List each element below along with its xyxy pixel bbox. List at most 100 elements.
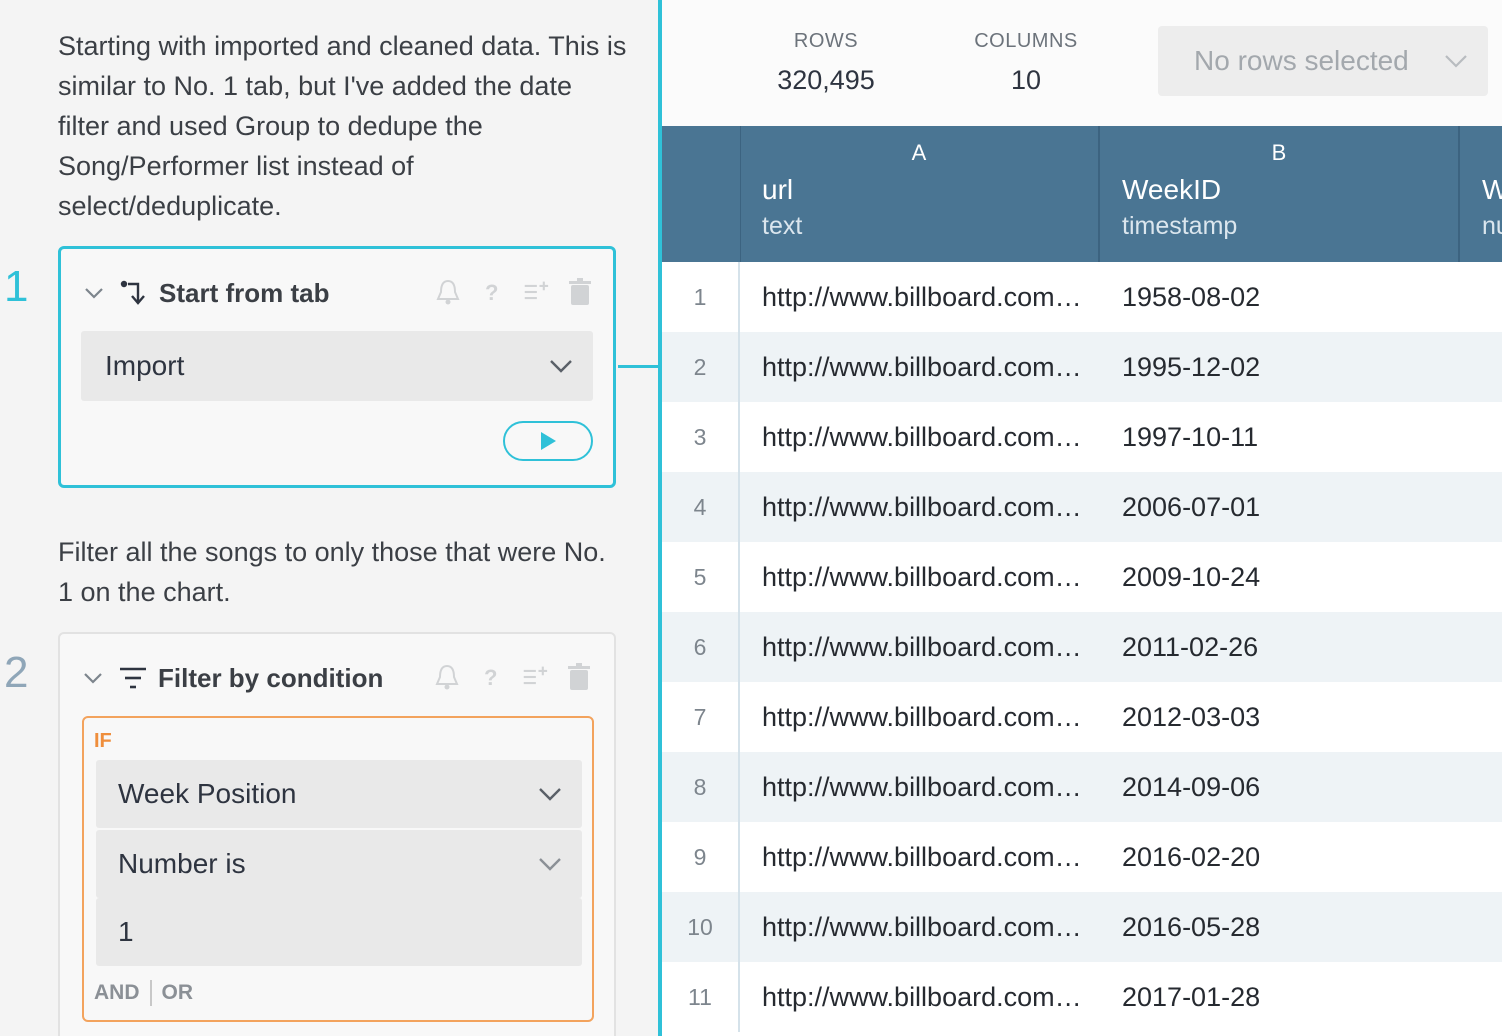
columns-stat: COLUMNS 10 <box>926 30 1126 96</box>
column-name: W <box>1482 174 1502 205</box>
and-or-toggle: AND OR <box>94 980 193 1006</box>
add-note-icon[interactable] <box>523 277 549 307</box>
column-header-url[interactable]: A url text <box>740 126 1100 262</box>
url-cell[interactable]: http://www.billboard.com… <box>762 542 1082 612</box>
weekid-cell[interactable]: 2009-10-24 <box>1122 542 1260 612</box>
step-note[interactable]: Filter all the songs to only those that … <box>58 532 628 612</box>
table-row[interactable]: 9 http://www.billboard.com… 2016-02-20 <box>662 822 1502 892</box>
add-note-icon[interactable] <box>522 662 548 692</box>
chevron-down-icon <box>1445 55 1467 68</box>
step-start-from-tab[interactable]: Start from tab ? Import <box>58 246 616 488</box>
tab-select-value: Import <box>105 350 185 381</box>
row-number: 7 <box>662 682 740 752</box>
and-button[interactable]: AND <box>94 981 140 1005</box>
column-type: nu <box>1482 212 1502 240</box>
table-row[interactable]: 1 http://www.billboard.com… 1958-08-02 <box>662 262 1502 332</box>
url-cell[interactable]: http://www.billboard.com… <box>762 612 1082 682</box>
url-cell[interactable]: http://www.billboard.com… <box>762 262 1082 332</box>
table-row[interactable]: 7 http://www.billboard.com… 2012-03-03 <box>662 682 1502 752</box>
column-header-weekid[interactable]: B WeekID timestamp <box>1100 126 1460 262</box>
row-selection-dropdown[interactable]: No rows selected <box>1158 26 1488 96</box>
svg-text:?: ? <box>484 665 497 690</box>
weekid-cell[interactable]: 1997-10-11 <box>1122 402 1258 472</box>
chevron-down-icon[interactable] <box>82 667 104 689</box>
row-number: 9 <box>662 822 740 892</box>
url-cell[interactable]: http://www.billboard.com… <box>762 752 1082 822</box>
or-button[interactable]: OR <box>162 981 194 1005</box>
column-type: timestamp <box>1122 212 1238 240</box>
table-row[interactable]: 8 http://www.billboard.com… 2014-09-06 <box>662 752 1502 822</box>
play-icon <box>541 432 556 450</box>
table-header: A url text B WeekID timestamp W nu <box>662 126 1502 262</box>
column-name: url <box>762 174 794 205</box>
weekid-cell[interactable]: 1958-08-02 <box>1122 262 1260 332</box>
url-cell[interactable]: http://www.billboard.com… <box>762 892 1082 962</box>
table-row[interactable]: 11 http://www.billboard.com… 2017-01-28 <box>662 962 1502 1032</box>
url-cell[interactable]: http://www.billboard.com… <box>762 332 1082 402</box>
weekid-cell[interactable]: 2006-07-01 <box>1122 472 1260 542</box>
table-row[interactable]: 10 http://www.billboard.com… 2016-05-28 <box>662 892 1502 962</box>
tab-select[interactable]: Import <box>81 331 593 401</box>
row-number: 11 <box>662 962 740 1032</box>
row-selection-label: No rows selected <box>1194 45 1409 76</box>
url-cell[interactable]: http://www.billboard.com… <box>762 682 1082 752</box>
table-row[interactable]: 6 http://www.billboard.com… 2011-02-26 <box>662 612 1502 682</box>
bell-icon[interactable] <box>435 277 461 307</box>
step-number: 1 <box>4 262 29 311</box>
bell-icon[interactable] <box>434 662 460 692</box>
row-number: 4 <box>662 472 740 542</box>
filter-icon <box>120 667 146 689</box>
url-cell[interactable]: http://www.billboard.com… <box>762 822 1082 892</box>
chevron-down-icon <box>539 788 561 801</box>
column-header-partial[interactable]: W nu <box>1460 126 1502 262</box>
table-row[interactable]: 3 http://www.billboard.com… 1997-10-11 <box>662 402 1502 472</box>
table-row[interactable]: 2 http://www.billboard.com… 1995-12-02 <box>662 332 1502 402</box>
condition-group: IF Week Position Number is 1 AND OR <box>82 716 594 1022</box>
step-title: Start from tab <box>159 277 330 308</box>
columns-count: 10 <box>1010 65 1042 95</box>
workflow-pane: Starting with imported and cleaned data.… <box>0 0 658 1036</box>
column-select[interactable]: Week Position <box>96 760 582 828</box>
url-cell[interactable]: http://www.billboard.com… <box>762 962 1082 1032</box>
step-number: 2 <box>4 648 29 697</box>
value-input-text: 1 <box>118 916 134 947</box>
url-cell[interactable]: http://www.billboard.com… <box>762 402 1082 472</box>
condition-select[interactable]: Number is <box>96 830 582 898</box>
step-note[interactable]: Starting with imported and cleaned data.… <box>58 26 628 226</box>
weekid-cell[interactable]: 1995-12-02 <box>1122 332 1260 402</box>
trash-icon[interactable] <box>566 662 592 692</box>
help-icon[interactable]: ? <box>478 662 504 692</box>
step-title: Filter by condition <box>158 662 384 693</box>
row-number: 5 <box>662 542 740 612</box>
row-number-header <box>662 126 741 262</box>
step-filter-by-condition[interactable]: Filter by condition ? IF Week Position N… <box>58 632 616 1036</box>
chevron-down-icon <box>539 858 561 871</box>
step-header: Start from tab ? <box>83 275 593 311</box>
row-number: 3 <box>662 402 740 472</box>
weekid-cell[interactable]: 2017-01-28 <box>1122 962 1260 1032</box>
value-input[interactable]: 1 <box>96 898 582 966</box>
table-row[interactable]: 4 http://www.billboard.com… 2006-07-01 <box>662 472 1502 542</box>
run-step-button[interactable] <box>503 421 593 461</box>
trash-icon[interactable] <box>567 277 593 307</box>
column-letter: B <box>1271 140 1287 165</box>
weekid-cell[interactable]: 2014-09-06 <box>1122 752 1260 822</box>
weekid-cell[interactable]: 2016-02-20 <box>1122 822 1260 892</box>
table-stats: ROWS 320,495 COLUMNS 10 No rows selected <box>662 0 1502 126</box>
svg-text:?: ? <box>485 280 498 305</box>
table-row[interactable]: 5 http://www.billboard.com… 2009-10-24 <box>662 542 1502 612</box>
step-connector <box>618 365 658 368</box>
weekid-cell[interactable]: 2012-03-03 <box>1122 682 1260 752</box>
row-number: 6 <box>662 612 740 682</box>
url-cell[interactable]: http://www.billboard.com… <box>762 472 1082 542</box>
step-toolbar: ? <box>434 662 592 692</box>
column-type: text <box>762 212 803 240</box>
weekid-cell[interactable]: 2011-02-26 <box>1122 612 1258 682</box>
row-number: 1 <box>662 262 740 332</box>
help-icon[interactable]: ? <box>479 277 505 307</box>
chevron-down-icon <box>550 360 572 373</box>
weekid-cell[interactable]: 2016-05-28 <box>1122 892 1260 962</box>
chevron-down-icon[interactable] <box>83 282 105 304</box>
condition-select-value: Number is <box>118 848 246 879</box>
table-pane: ROWS 320,495 COLUMNS 10 No rows selected… <box>662 0 1502 1036</box>
